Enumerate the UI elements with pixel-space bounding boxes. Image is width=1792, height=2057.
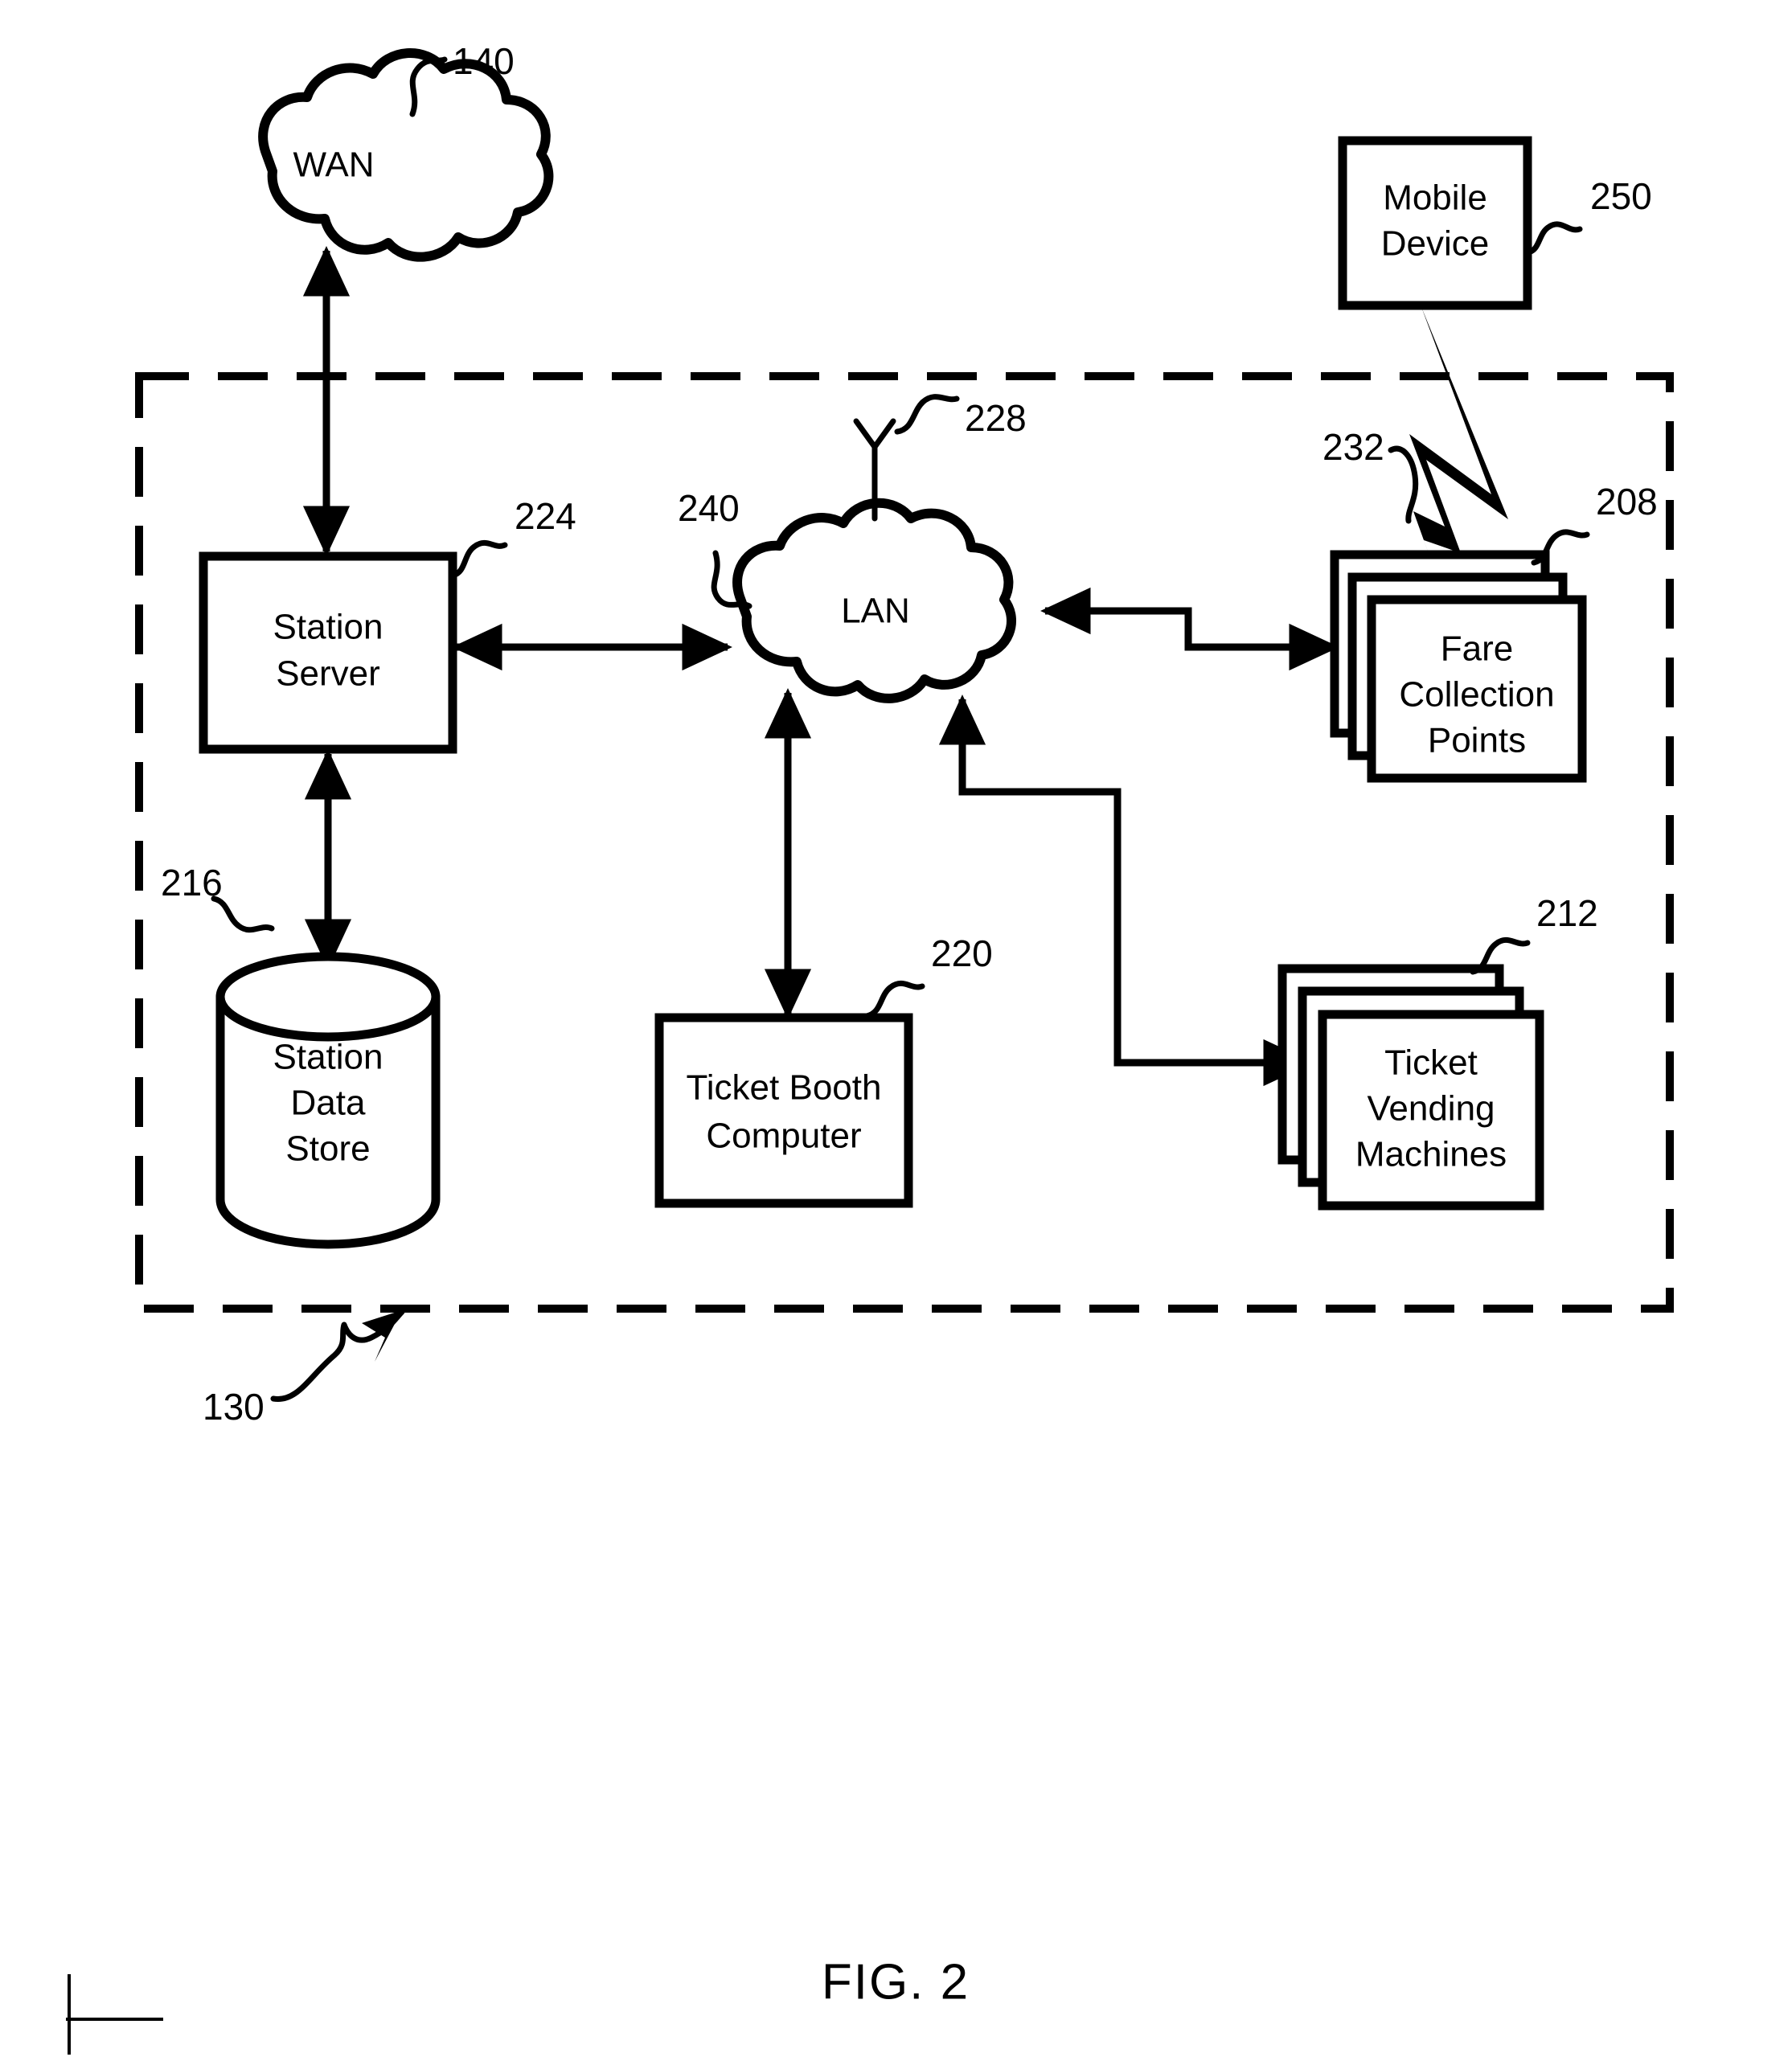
ticket-booth-computer-label-line1: Ticket Booth — [687, 1068, 882, 1108]
fare-collection-points-ref-number: 208 — [1596, 481, 1658, 522]
fare-collection-points-label-line2: Collection — [1399, 675, 1554, 715]
mobile-device-label-line1: Mobile — [1383, 178, 1487, 218]
wan-label: WAN — [293, 145, 374, 185]
wan-ref-number: 140 — [453, 40, 515, 82]
antenna-ref-number: 228 — [965, 397, 1027, 439]
ticket-vending-machines-label-line2: Vending — [1367, 1089, 1495, 1129]
station-server-box — [199, 551, 457, 754]
ticket-booth-computer-label-line2: Computer — [706, 1117, 861, 1156]
station-boundary-ref-number: 130 — [203, 1386, 264, 1428]
wan-cloud-node: WAN — [258, 48, 554, 262]
lan-ref-number: 240 — [678, 487, 740, 529]
figure-canvas: WAN 140 Mobile Device 250 232 Station Se… — [66, 40, 1674, 2055]
figure-caption: FIG. 2 — [822, 1954, 970, 2010]
station-data-store-label-line3: Store — [285, 1129, 370, 1169]
ticket-vending-machines-ref-number: 212 — [1536, 892, 1598, 934]
ticket-booth-computer-node: Ticket Booth Computer — [654, 1013, 913, 1208]
station-boundary-ref-arrowhead — [362, 1310, 402, 1362]
station-data-store-label-line2: Data — [291, 1084, 366, 1123]
station-server-ref-leader — [449, 539, 508, 579]
patent-figure-page: WAN 140 Mobile Device 250 232 Station Se… — [0, 0, 1792, 2057]
ticket-vending-machines-label-line3: Machines — [1355, 1135, 1507, 1174]
ticket-booth-computer-ref-number: 220 — [931, 932, 993, 974]
station-data-store-ref-leader — [211, 895, 275, 933]
station-server-ref-number: 224 — [515, 495, 576, 537]
registration-crosshair-icon — [66, 1974, 163, 2055]
connector-lan-to-fcp — [1045, 607, 1339, 671]
fare-collection-points-node: Fare Collection Points — [1330, 550, 1587, 783]
fare-collection-points-ref-leader — [1531, 529, 1590, 566]
lan-cloud-node: LAN — [732, 498, 1016, 703]
mobile-device-box — [1338, 136, 1532, 310]
wireless-link-ref-number: 232 — [1322, 426, 1384, 468]
mobile-device-node: Mobile Device — [1338, 136, 1532, 310]
mobile-device-ref-leader — [1524, 221, 1583, 256]
station-server-label-line2: Server — [276, 654, 380, 694]
antenna-ref-leader — [894, 394, 960, 435]
station-server-node: Station Server — [199, 551, 457, 754]
station-data-store-node: Station Data Store — [215, 952, 441, 1249]
fare-collection-points-label-line3: Points — [1428, 721, 1526, 760]
connector-lan-tvm — [938, 695, 1314, 1087]
station-server-label-line1: Station — [273, 608, 383, 647]
lan-label: LAN — [841, 592, 910, 631]
mobile-device-ref-number: 250 — [1590, 175, 1652, 217]
ticket-vending-machines-node: Ticket Vending Machines — [1277, 964, 1544, 1211]
fare-collection-points-label-line1: Fare — [1441, 629, 1513, 669]
station-data-store-label-line1: Station — [273, 1038, 383, 1077]
station-data-store-cylinder-top — [215, 952, 441, 1042]
ticket-vending-machines-label-line1: Ticket — [1384, 1043, 1478, 1083]
wireless-link-ref-leader — [1388, 445, 1419, 524]
ticket-booth-computer-box — [654, 1013, 913, 1208]
mobile-device-label-line2: Device — [1381, 224, 1490, 264]
station-data-store-ref-number: 216 — [161, 862, 223, 904]
ticket-booth-computer-ref-leader — [863, 980, 925, 1019]
